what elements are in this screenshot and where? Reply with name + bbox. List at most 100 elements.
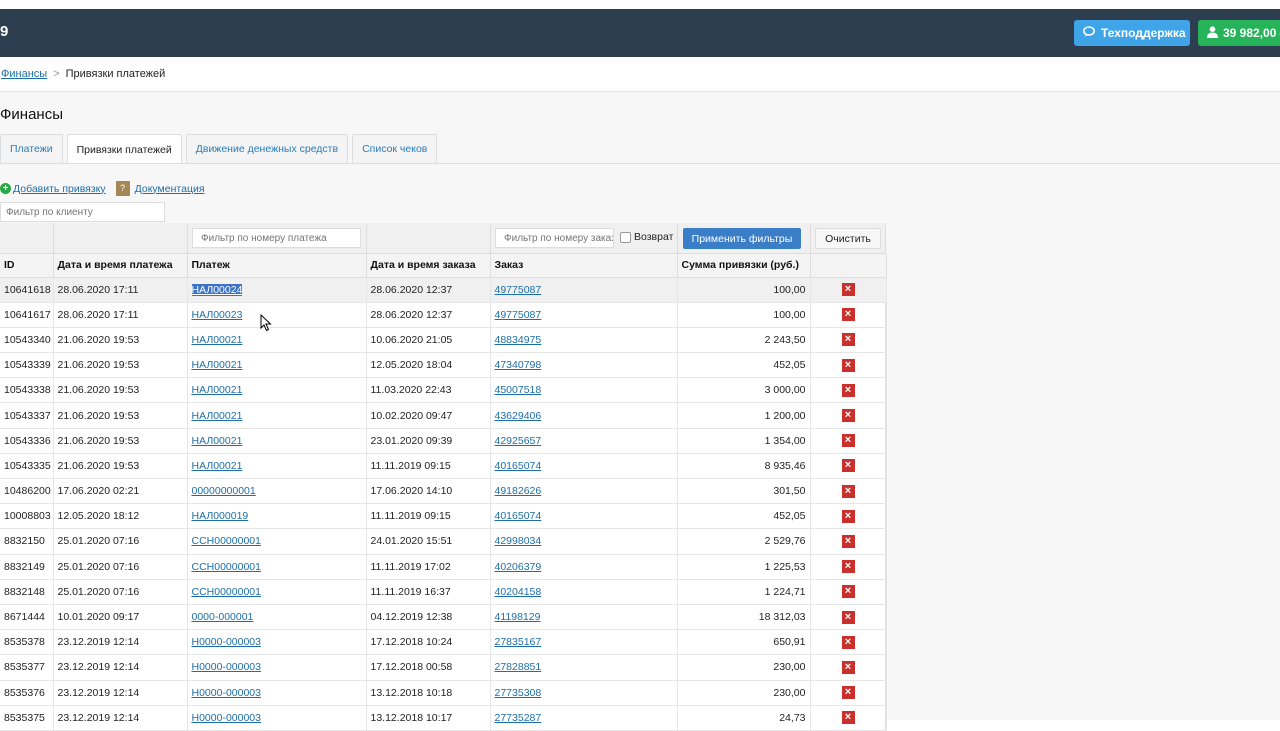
refund-checkbox[interactable] [620, 232, 631, 243]
cell-order-link[interactable]: 47340798 [495, 359, 542, 371]
tab-receipts[interactable]: Список чеков [352, 134, 438, 163]
apply-filters-button[interactable]: Применить фильтры [683, 228, 801, 249]
column-header-payment-date[interactable]: Дата и время платежа [53, 254, 188, 278]
cell-delete: × [810, 327, 887, 354]
cell-payment-link[interactable]: ССН00000001 [192, 586, 261, 598]
table-row[interactable]: 10641617 28.06.2020 17:11 НАЛ00023 28.06.20… [0, 302, 887, 328]
table-row[interactable]: 10486200 17.06.2020 02:21 00000000001 17.06… [0, 478, 887, 505]
table-row[interactable]: 10543336 21.06.2020 19:53 НАЛ00021 23.01.20… [0, 428, 887, 454]
cell-order-link[interactable]: 49182626 [495, 485, 542, 497]
cell-order-link[interactable]: 40165074 [495, 460, 542, 472]
cell-payment-link[interactable]: НАЛ00021 [192, 359, 243, 371]
column-header-order-date[interactable]: Дата и время заказа [366, 254, 491, 278]
cell-delete: × [810, 402, 887, 429]
cell-order-link[interactable]: 49775087 [495, 284, 542, 296]
cell-payment-link[interactable]: НАЛ00021 [192, 460, 243, 472]
cell-payment-date: 23.12.2019 12:14 [53, 705, 188, 731]
cell-order-link[interactable]: 27828851 [495, 661, 542, 673]
cell-payment-link[interactable]: 00000000001 [192, 485, 256, 497]
delete-x-icon[interactable]: × [841, 534, 855, 548]
table-row[interactable]: 10543339 21.06.2020 19:53 НАЛ00021 12.05.20… [0, 352, 887, 379]
table-row[interactable]: 10543335 21.06.2020 19:53 НАЛ00021 11.11.20… [0, 453, 887, 480]
delete-x-icon[interactable]: × [841, 585, 855, 599]
tab-cash-flow[interactable]: Движение денежных средств [185, 134, 349, 163]
delete-x-icon[interactable]: × [841, 459, 855, 473]
table-row[interactable]: 8535375 23.12.2019 12:14 Н0000-000003 13.12… [0, 705, 887, 731]
delete-x-icon[interactable]: × [841, 308, 855, 322]
client-filter-input[interactable] [0, 202, 165, 222]
support-button[interactable]: Техподдержка [1074, 20, 1190, 46]
delete-x-icon[interactable]: × [841, 484, 855, 498]
cell-payment-link[interactable]: НАЛ00021 [192, 410, 243, 422]
column-header-id[interactable]: ID [0, 254, 54, 278]
cell-payment-link[interactable]: Н0000-000003 [192, 661, 261, 673]
table-row[interactable]: 10543338 21.06.2020 19:53 НАЛ00021 11.03.20… [0, 377, 887, 404]
cell-order-link[interactable]: 27735287 [495, 712, 542, 724]
table-row[interactable]: 8671444 10.01.2020 09:17 0000-000001 04.12.… [0, 604, 887, 631]
cell-payment-link[interactable]: НАЛ00024 [191, 283, 243, 296]
delete-x-icon[interactable]: × [841, 333, 855, 347]
cell-payment-link[interactable]: Н0000-000003 [192, 687, 261, 699]
delete-x-icon[interactable]: × [841, 686, 855, 700]
cell-payment-link[interactable]: НАЛ00023 [192, 309, 243, 321]
table-row[interactable]: 10008803 12.05.2020 18:12 НАЛ000019 11.11.2… [0, 503, 887, 530]
delete-x-icon[interactable]: × [841, 509, 855, 523]
tab-payment-bindings[interactable]: Привязки платежей [66, 134, 182, 164]
delete-x-icon[interactable]: × [841, 711, 855, 725]
cell-payment-link[interactable]: НАЛ000019 [192, 510, 249, 522]
table-row[interactable]: 10543337 21.06.2020 19:53 НАЛ00021 10.02.20… [0, 402, 887, 429]
cell-payment: Н0000-000003 [187, 629, 367, 656]
balance-button[interactable]: 39 982,00 ₽ [1198, 20, 1280, 46]
cell-payment-link[interactable]: НАЛ00021 [192, 384, 243, 396]
cell-order-link[interactable]: 40165074 [495, 510, 542, 522]
cell-payment-link[interactable]: ССН00000001 [192, 535, 261, 547]
delete-x-icon[interactable]: × [841, 560, 855, 574]
delete-x-icon[interactable]: × [841, 660, 855, 674]
cell-order-link[interactable]: 41198129 [495, 611, 541, 623]
documentation-link[interactable]: Документация [135, 183, 205, 195]
delete-x-icon[interactable]: × [841, 434, 855, 448]
cell-order-date: 11.11.2019 09:15 [366, 453, 491, 480]
column-header-order[interactable]: Заказ [490, 254, 678, 278]
clear-filters-button[interactable]: Очистить [815, 228, 881, 249]
cell-order-link[interactable]: 43629406 [495, 410, 542, 422]
delete-x-icon[interactable]: × [841, 635, 855, 649]
cell-payment-link[interactable]: НАЛ00021 [192, 334, 243, 346]
column-header-amount[interactable]: Сумма привязки (руб.) [677, 254, 811, 278]
payment-number-filter[interactable] [192, 228, 361, 248]
delete-x-icon[interactable]: × [841, 358, 855, 372]
tab-payments[interactable]: Платежи [0, 134, 63, 163]
table-row[interactable]: 10641618 28.06.2020 17:11 НАЛ00024 28.06.20… [0, 277, 887, 303]
cell-order-link[interactable]: 42998034 [495, 535, 542, 547]
cell-order-link[interactable]: 49775087 [495, 309, 542, 321]
order-number-filter[interactable] [495, 228, 614, 248]
cell-order-link[interactable]: 27735308 [495, 687, 542, 699]
cell-payment-link[interactable]: 0000-000001 [192, 611, 254, 623]
cell-order-link[interactable]: 45007518 [495, 384, 542, 396]
add-binding-link[interactable]: Добавить привязку [13, 183, 106, 195]
delete-x-icon[interactable]: × [841, 383, 855, 397]
table-row[interactable]: 8832148 25.01.2020 07:16 ССН00000001 11.11.… [0, 579, 887, 605]
cell-order-link[interactable]: 42925657 [495, 435, 542, 447]
delete-x-icon[interactable]: × [841, 610, 855, 624]
table-row[interactable]: 8535377 23.12.2019 12:14 Н0000-000003 17.12… [0, 654, 887, 681]
breadcrumb-finance-link[interactable]: Финансы [1, 68, 47, 80]
table-row[interactable]: 8832149 25.01.2020 07:16 ССН00000001 11.11.… [0, 554, 887, 580]
cell-payment-link[interactable]: Н0000-000003 [192, 712, 261, 724]
cell-order-link[interactable]: 40204158 [495, 586, 542, 598]
table-row[interactable]: 8535376 23.12.2019 12:14 Н0000-000003 13.12… [0, 680, 887, 706]
cell-order-link[interactable]: 48834975 [495, 334, 542, 346]
cell-id: 8535377 [0, 654, 54, 681]
table-row[interactable]: 8832150 25.01.2020 07:16 ССН00000001 24.01.… [0, 528, 887, 555]
cell-payment-link[interactable]: НАЛ00021 [192, 435, 243, 447]
table-row[interactable]: 10543340 21.06.2020 19:53 НАЛ00021 10.06.20… [0, 327, 887, 354]
cell-payment-link[interactable]: ССН00000001 [192, 561, 261, 573]
cell-payment-link[interactable]: Н0000-000003 [192, 636, 261, 648]
column-header-payment[interactable]: Платеж [187, 254, 367, 278]
cell-order-link[interactable]: 27835167 [495, 636, 542, 648]
table-row[interactable]: 8535378 23.12.2019 12:14 Н0000-000003 17.12… [0, 629, 887, 656]
cell-order-link[interactable]: 40206379 [495, 561, 542, 573]
delete-x-icon[interactable]: × [841, 409, 855, 423]
delete-x-icon[interactable]: × [841, 283, 855, 297]
cell-id: 10543339 [0, 352, 54, 379]
